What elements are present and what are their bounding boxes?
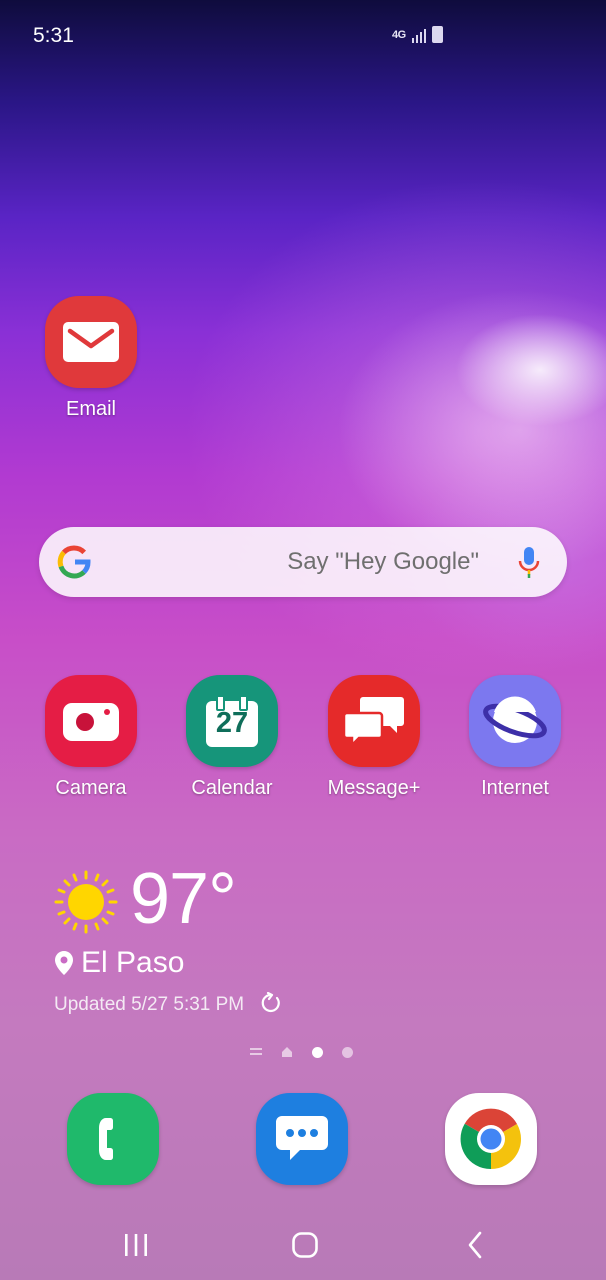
phone-app-icon[interactable] [67, 1093, 159, 1185]
camera-app-label: Camera [55, 777, 127, 799]
calendar-app-icon[interactable]: 27 [186, 675, 278, 767]
phone-icon [99, 1118, 113, 1160]
battery-icon [431, 26, 443, 43]
page-indicator [250, 1046, 353, 1058]
chrome-icon [460, 1108, 522, 1170]
google-search-bar[interactable]: Say "Hey Google" [39, 527, 567, 597]
signal-icon [411, 27, 426, 43]
recent-apps-icon [125, 1234, 147, 1256]
status-icons: 4G [392, 26, 443, 43]
calendar-icon: 27 [206, 695, 258, 747]
page-dot-1[interactable] [312, 1046, 323, 1058]
email-app-label: Email [65, 398, 116, 420]
internet-app-icon[interactable] [469, 675, 561, 767]
search-placeholder[interactable]: Say "Hey Google" [287, 548, 479, 576]
internet-app-label: Internet [481, 777, 549, 799]
weather-temperature: 97° [130, 859, 237, 939]
weather-location: El Paso [81, 946, 185, 979]
back-icon [468, 1231, 482, 1259]
network-4g-icon: 4G [392, 28, 406, 41]
message-plus-app-icon[interactable] [328, 675, 420, 767]
camera-icon [63, 703, 119, 741]
chrome-app-icon[interactable] [445, 1093, 537, 1185]
menu-lines-icon [250, 1048, 262, 1055]
home-button[interactable] [280, 1225, 330, 1265]
email-app-icon[interactable] [45, 296, 137, 388]
refresh-icon[interactable] [260, 992, 282, 1014]
recent-apps-button[interactable] [111, 1225, 161, 1265]
status-time: 5:31 [33, 24, 74, 47]
mic-icon[interactable] [517, 545, 541, 581]
message-plus-app-label: Message+ [327, 777, 421, 799]
envelope-icon [63, 322, 119, 362]
sun-icon [54, 870, 118, 934]
back-button[interactable] [450, 1225, 500, 1265]
chat-bubbles-icon [343, 697, 404, 747]
home-page-icon [282, 1047, 292, 1057]
camera-app-icon[interactable] [45, 675, 137, 767]
messages-app-icon[interactable] [256, 1093, 348, 1185]
calendar-app-label: Calendar [191, 777, 273, 799]
google-g-icon [57, 545, 91, 579]
location-pin-icon [55, 951, 73, 975]
page-dot-2[interactable] [342, 1046, 353, 1058]
calendar-day: 27 [215, 707, 249, 739]
weather-widget[interactable]: 97° El Paso Updated 5/27 5:31 PM [54, 859, 354, 1020]
message-bubble-icon [276, 1116, 328, 1160]
home-icon [292, 1232, 318, 1258]
weather-updated: Updated 5/27 5:31 PM [54, 994, 245, 1015]
planet-icon [483, 696, 547, 743]
